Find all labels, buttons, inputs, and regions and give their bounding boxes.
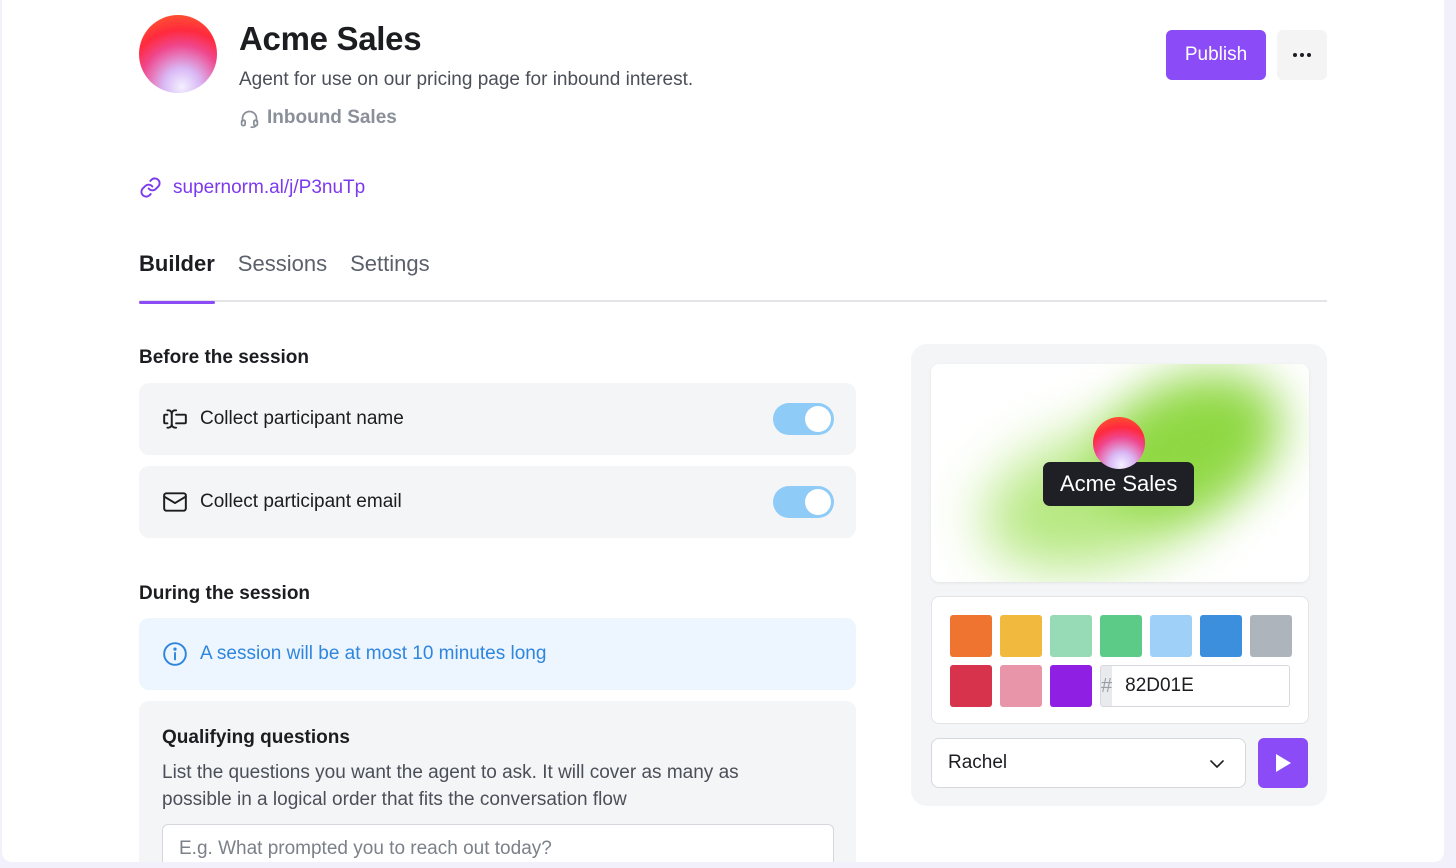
question-input[interactable] [162,824,834,862]
swatch-blue[interactable] [1200,615,1242,657]
hash-prefix: # [1101,666,1113,706]
agent-description: Agent for use on our pricing page for in… [239,69,694,90]
chevron-down-icon [1210,760,1224,768]
before-session-heading: Before the session [139,347,309,368]
more-options-button[interactable] [1277,30,1327,80]
session-length-text: A session will be at most 10 minutes lon… [200,643,547,664]
tab-sessions[interactable]: Sessions [238,248,327,302]
tab-builder[interactable]: Builder [139,248,215,304]
share-link-text[interactable]: supernorm.al/j/P3nuTp [173,177,365,199]
app-frame: Acme Sales Agent for use on our pricing … [2,0,1444,862]
swatch-pink[interactable] [1000,665,1042,707]
swatch-green[interactable] [1100,615,1142,657]
swatch-orange[interactable] [950,615,992,657]
collect-name-toggle[interactable] [773,403,834,435]
swatch-mint[interactable] [1050,615,1092,657]
text-cursor-input-icon [163,409,187,429]
collect-email-row: Collect participant email [139,466,856,538]
qualifying-questions-description: List the questions you want the agent to… [162,762,739,810]
qualifying-questions-title: Qualifying questions [162,727,350,748]
color-picker: # [931,596,1309,724]
swatch-light-blue[interactable] [1150,615,1192,657]
preview-avatar [1093,417,1145,469]
agent-avatar [139,15,217,93]
swatch-yellow[interactable] [1000,615,1042,657]
play-icon [1276,754,1291,772]
publish-button[interactable]: Publish [1166,30,1266,80]
voice-select[interactable]: Rachel [931,738,1246,788]
agent-preview: Acme Sales [931,364,1309,582]
headset-icon [240,110,259,128]
during-session-heading: During the session [139,583,311,604]
hex-color-input[interactable] [1112,666,1289,706]
swatch-purple[interactable] [1050,665,1092,707]
collect-name-row: Collect participant name [139,383,856,455]
voice-select-value: Rachel [948,752,1008,773]
mail-icon [163,492,187,512]
ellipsis-icon [1293,53,1297,57]
tab-bar: Builder Sessions Settings [139,248,1327,304]
swatch-gray[interactable] [1250,615,1292,657]
collect-email-label: Collect participant email [200,491,402,512]
agent-title: Acme Sales [239,20,422,57]
play-voice-button[interactable] [1258,738,1308,788]
collect-email-toggle[interactable] [773,486,834,518]
agent-category-label: Inbound Sales [267,107,397,128]
preview-panel: Acme Sales # Rachel [911,344,1327,806]
agent-category: Inbound Sales [239,107,397,129]
swatch-red[interactable] [950,665,992,707]
qualifying-questions-card: Qualifying questions List the questions … [139,701,856,862]
link-icon [140,177,161,198]
collect-name-label: Collect participant name [200,408,404,429]
session-length-info: A session will be at most 10 minutes lon… [139,618,856,690]
info-icon [163,642,187,666]
tab-settings[interactable]: Settings [350,248,430,302]
hex-color-field: # [1100,665,1290,707]
share-link[interactable]: supernorm.al/j/P3nuTp [139,176,365,199]
